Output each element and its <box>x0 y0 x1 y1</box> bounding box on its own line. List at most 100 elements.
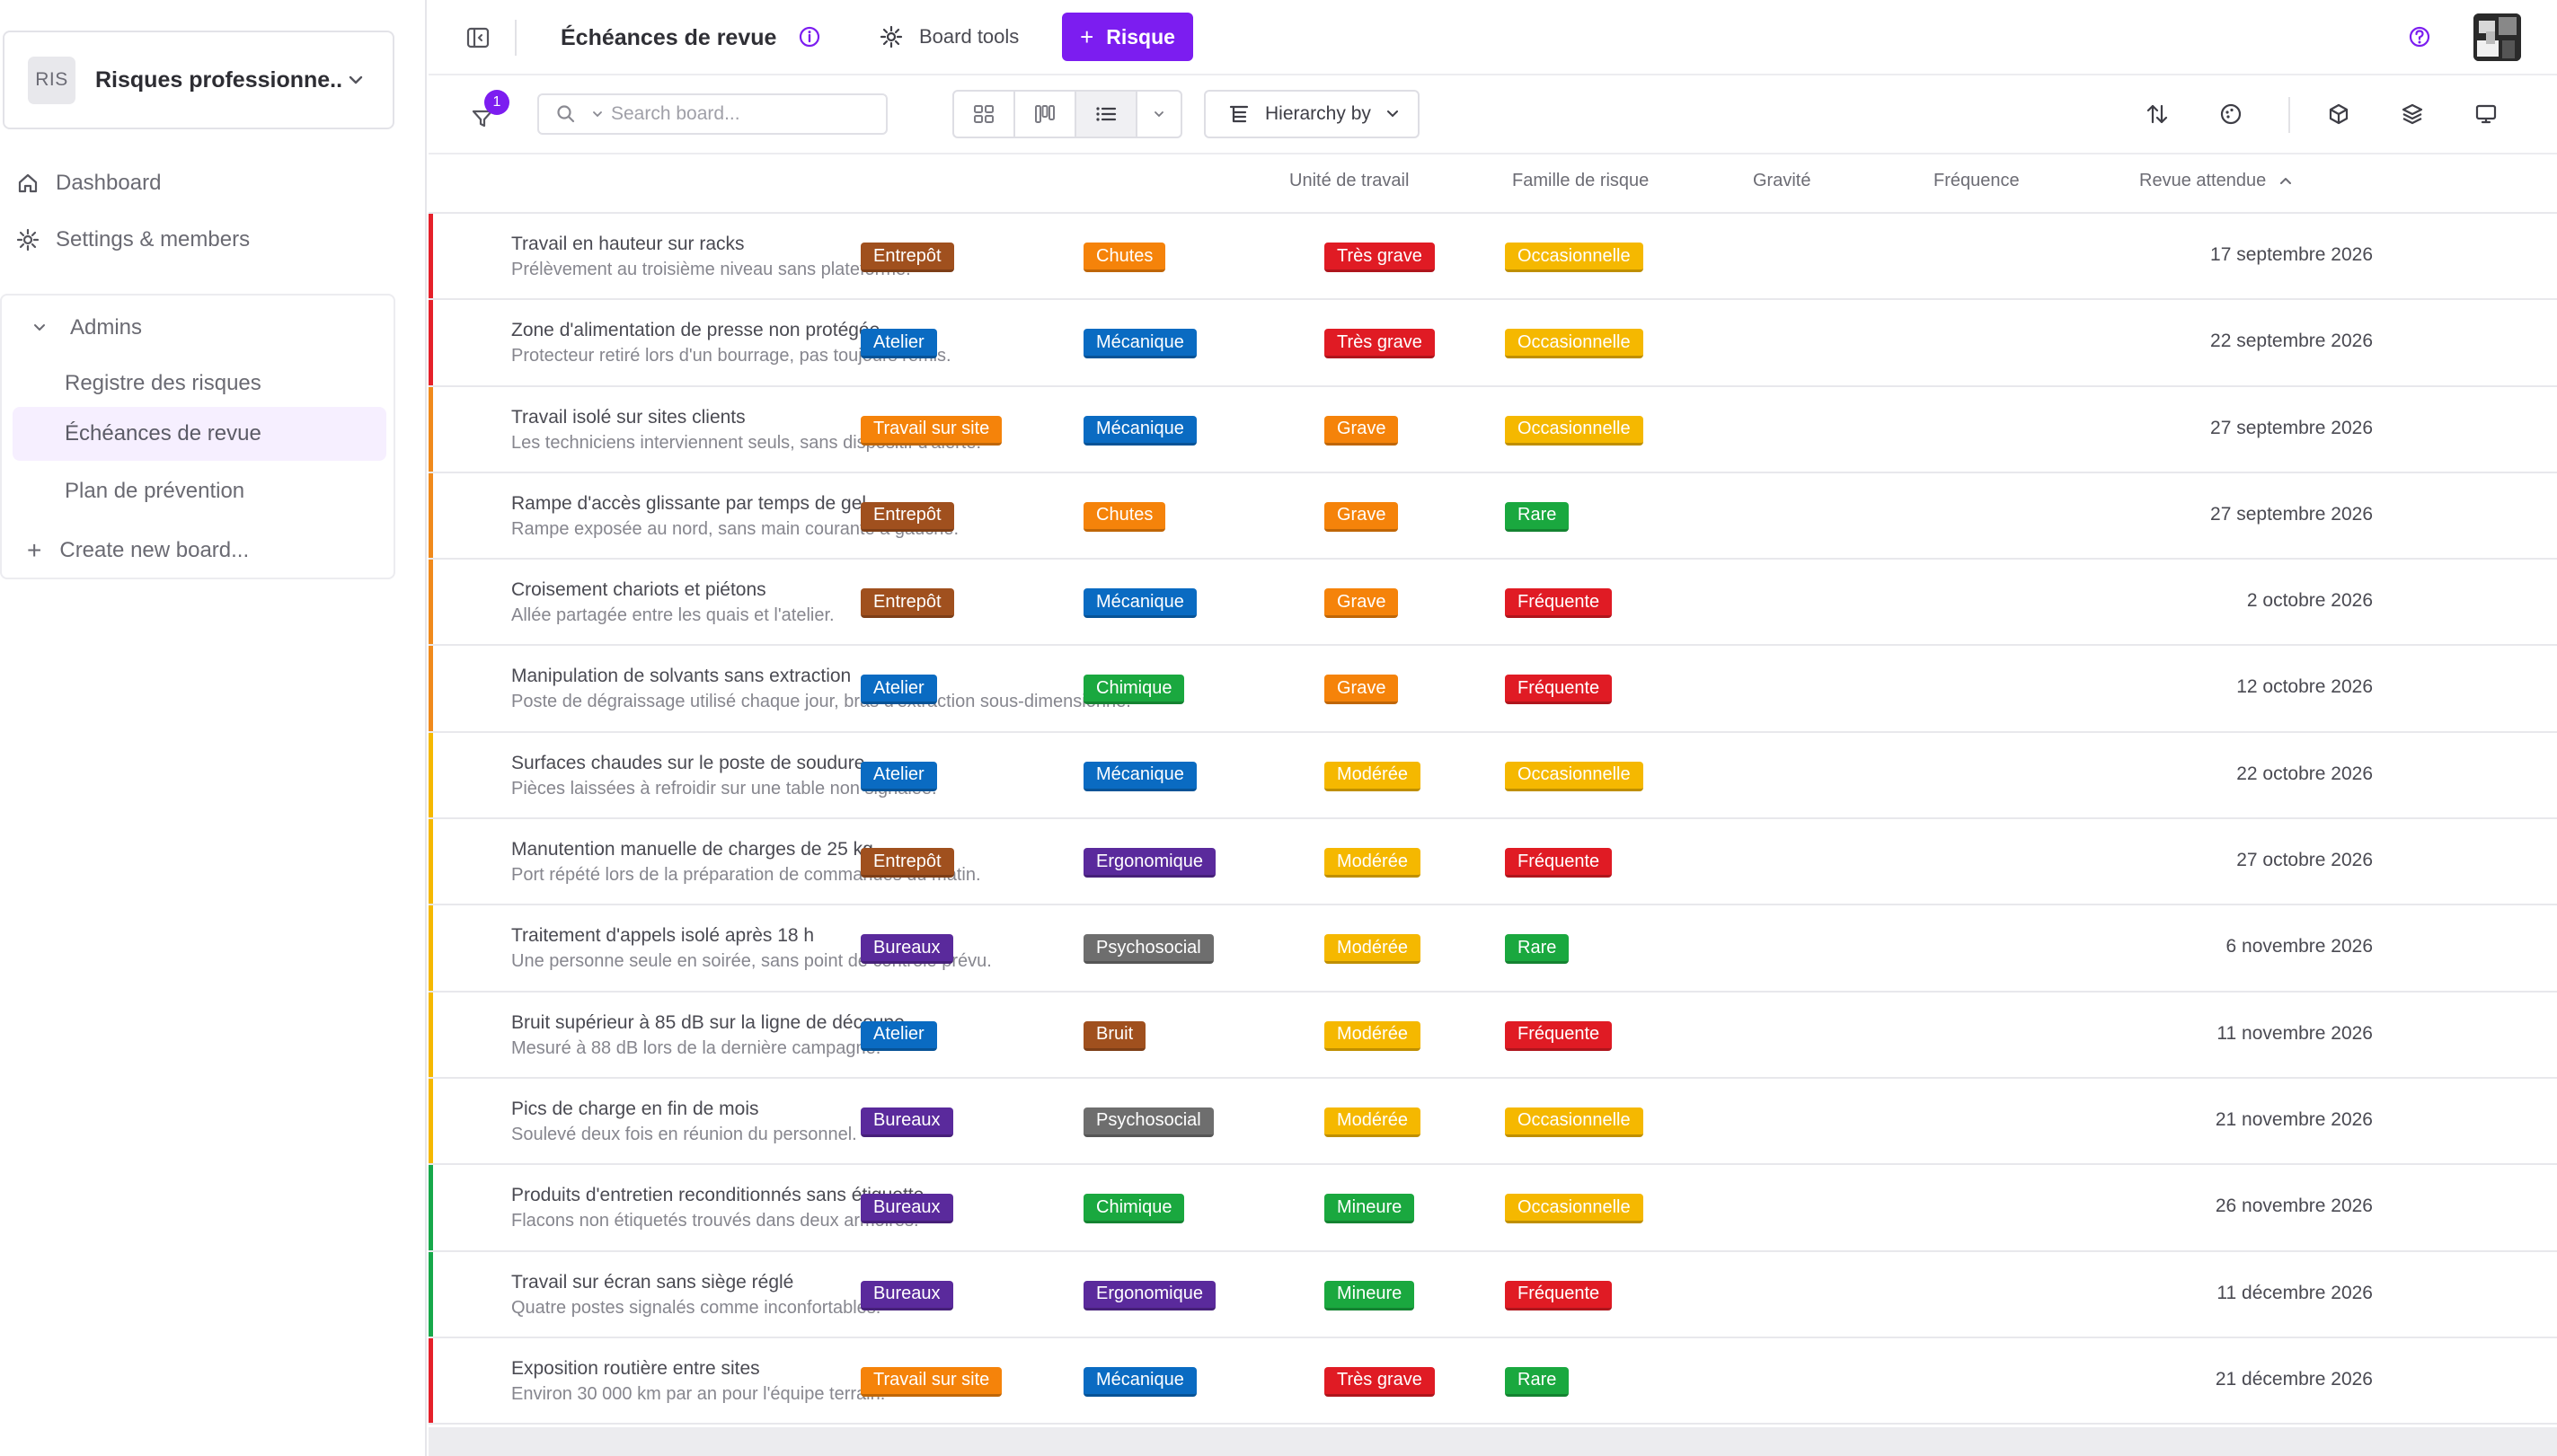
family-tag[interactable]: Ergonomique <box>1084 1280 1216 1310</box>
unit-tag[interactable]: Entrepôt <box>861 501 954 532</box>
review-date[interactable]: 11 novembre 2026 <box>2216 1023 2373 1045</box>
severity-tag[interactable]: Modérée <box>1324 761 1420 791</box>
board-tools-button[interactable]: Board tools <box>880 18 1019 56</box>
severity-tag[interactable]: Grave <box>1324 415 1399 446</box>
review-date[interactable]: 12 octobre 2026 <box>2236 676 2373 698</box>
severity-tag[interactable]: Très grave <box>1324 329 1435 359</box>
family-tag[interactable]: Psychosocial <box>1084 934 1214 965</box>
row-title[interactable]: Croisement chariots et piétons <box>511 579 766 601</box>
family-tag[interactable]: Mécanique <box>1084 415 1197 446</box>
severity-tag[interactable]: Modérée <box>1324 848 1420 878</box>
monitor-icon[interactable] <box>2472 100 2500 128</box>
info-icon[interactable] <box>797 24 822 54</box>
unit-tag[interactable]: Entrepôt <box>861 588 954 619</box>
unit-tag[interactable]: Atelier <box>861 1020 937 1051</box>
table-row[interactable]: Bruit supérieur à 85 dB sur la ligne de … <box>429 992 2557 1079</box>
review-date[interactable]: 21 décembre 2026 <box>2216 1369 2373 1390</box>
table-row[interactable]: Travail isolé sur sites clients Les techn… <box>429 386 2557 473</box>
review-date[interactable]: 27 octobre 2026 <box>2236 850 2373 871</box>
table-row[interactable]: Rampe d'accès glissante par temps de gel… <box>429 472 2557 560</box>
column-header-unit[interactable]: Unité de travail <box>1289 171 1409 191</box>
table-row[interactable]: Zone d'alimentation de presse non protég… <box>429 300 2557 387</box>
column-header-family[interactable]: Famille de risque <box>1512 171 1649 191</box>
table-row[interactable]: Manutention manuelle de charges de 25 kg… <box>429 819 2557 906</box>
create-board-button[interactable]: + Create new board... <box>27 531 249 570</box>
user-avatar[interactable] <box>2473 13 2521 61</box>
row-title[interactable]: Rampe d'accès glissante par temps de gel <box>511 493 866 515</box>
row-title[interactable]: Manipulation de solvants sans extraction <box>511 666 851 687</box>
review-date[interactable]: 27 septembre 2026 <box>2210 418 2373 439</box>
row-title[interactable]: Travail en hauteur sur racks <box>511 234 745 255</box>
review-date[interactable]: 2 octobre 2026 <box>2247 590 2373 612</box>
table-row[interactable]: Surfaces chaudes sur le poste de soudure… <box>429 732 2557 820</box>
search-input[interactable] <box>611 103 818 125</box>
severity-tag[interactable]: Grave <box>1324 675 1399 705</box>
frequency-tag[interactable]: Occasionnelle <box>1505 329 1643 359</box>
family-tag[interactable]: Psychosocial <box>1084 1107 1214 1137</box>
frequency-tag[interactable]: Occasionnelle <box>1505 1107 1643 1137</box>
unit-tag[interactable]: Bureaux <box>861 934 953 965</box>
review-date[interactable]: 11 décembre 2026 <box>2216 1283 2373 1304</box>
unit-tag[interactable]: Atelier <box>861 329 937 359</box>
row-title[interactable]: Manutention manuelle de charges de 25 kg <box>511 839 873 860</box>
row-title[interactable]: Zone d'alimentation de presse non protég… <box>511 320 880 341</box>
unit-tag[interactable]: Bureaux <box>861 1194 953 1224</box>
row-title[interactable]: Travail sur écran sans siège réglé <box>511 1272 793 1293</box>
family-tag[interactable]: Chimique <box>1084 675 1185 705</box>
frequency-tag[interactable]: Occasionnelle <box>1505 243 1643 272</box>
severity-tag[interactable]: Modérée <box>1324 1107 1420 1137</box>
table-row[interactable]: Exposition routière entre sites Environ 3… <box>429 1337 2557 1425</box>
column-header-frequency[interactable]: Fréquence <box>1933 171 2020 191</box>
column-header-severity[interactable]: Gravité <box>1753 171 1810 191</box>
family-tag[interactable]: Bruit <box>1084 1020 1146 1051</box>
unit-tag[interactable]: Entrepôt <box>861 848 954 878</box>
view-options-button[interactable] <box>1137 92 1181 137</box>
nav-settings[interactable]: Settings & members <box>16 218 250 261</box>
family-tag[interactable]: Mécanique <box>1084 761 1197 791</box>
search-box[interactable] <box>537 93 888 135</box>
severity-tag[interactable]: Grave <box>1324 588 1399 619</box>
review-date[interactable]: 21 novembre 2026 <box>2216 1109 2373 1131</box>
severity-tag[interactable]: Mineure <box>1324 1280 1415 1310</box>
frequency-tag[interactable]: Rare <box>1505 501 1570 532</box>
frequency-tag[interactable]: Occasionnelle <box>1505 761 1643 791</box>
frequency-tag[interactable]: Fréquente <box>1505 675 1613 705</box>
row-title[interactable]: Bruit supérieur à 85 dB sur la ligne de … <box>511 1012 905 1034</box>
family-tag[interactable]: Chutes <box>1084 243 1166 272</box>
board-item-echeances[interactable]: Échéances de revue <box>13 407 386 461</box>
review-date[interactable]: 26 novembre 2026 <box>2216 1196 2373 1217</box>
nav-dashboard[interactable]: Dashboard <box>16 162 161 205</box>
color-palette-icon[interactable] <box>2216 100 2245 128</box>
layers-icon[interactable] <box>2398 100 2427 128</box>
cube-icon[interactable] <box>2324 100 2353 128</box>
unit-tag[interactable]: Entrepôt <box>861 243 954 272</box>
unit-tag[interactable]: Travail sur site <box>861 415 1003 446</box>
board-item-plan[interactable]: Plan de prévention <box>13 464 386 518</box>
review-date[interactable]: 17 septembre 2026 <box>2210 244 2373 266</box>
frequency-tag[interactable]: Fréquente <box>1505 848 1613 878</box>
add-risk-button[interactable]: + Risque <box>1062 13 1193 61</box>
frequency-tag[interactable]: Fréquente <box>1505 1280 1613 1310</box>
family-tag[interactable]: Mécanique <box>1084 1366 1197 1397</box>
frequency-tag[interactable]: Rare <box>1505 1366 1570 1397</box>
unit-tag[interactable]: Atelier <box>861 675 937 705</box>
table-row[interactable]: Travail sur écran sans siège réglé Quatre… <box>429 1251 2557 1338</box>
family-tag[interactable]: Chutes <box>1084 501 1166 532</box>
row-title[interactable]: Travail isolé sur sites clients <box>511 407 746 428</box>
review-date[interactable]: 22 octobre 2026 <box>2236 763 2373 785</box>
row-title[interactable]: Pics de charge en fin de mois <box>511 1099 758 1120</box>
family-tag[interactable]: Chimique <box>1084 1194 1185 1224</box>
frequency-tag[interactable]: Fréquente <box>1505 1020 1613 1051</box>
severity-tag[interactable]: Grave <box>1324 501 1399 532</box>
row-title[interactable]: Surfaces chaudes sur le poste de soudure <box>511 753 864 774</box>
severity-tag[interactable]: Modérée <box>1324 934 1420 965</box>
table-row[interactable]: Pics de charge en fin de mois Soulevé deu… <box>429 1078 2557 1166</box>
unit-tag[interactable]: Atelier <box>861 761 937 791</box>
family-tag[interactable]: Mécanique <box>1084 588 1197 619</box>
review-date[interactable]: 27 septembre 2026 <box>2210 504 2373 525</box>
list-view-button[interactable] <box>1076 92 1137 137</box>
column-header-review-date[interactable]: Revue attendue <box>2139 171 2293 191</box>
severity-tag[interactable]: Très grave <box>1324 1366 1435 1397</box>
row-title[interactable]: Exposition routière entre sites <box>511 1358 760 1380</box>
frequency-tag[interactable]: Rare <box>1505 934 1570 965</box>
